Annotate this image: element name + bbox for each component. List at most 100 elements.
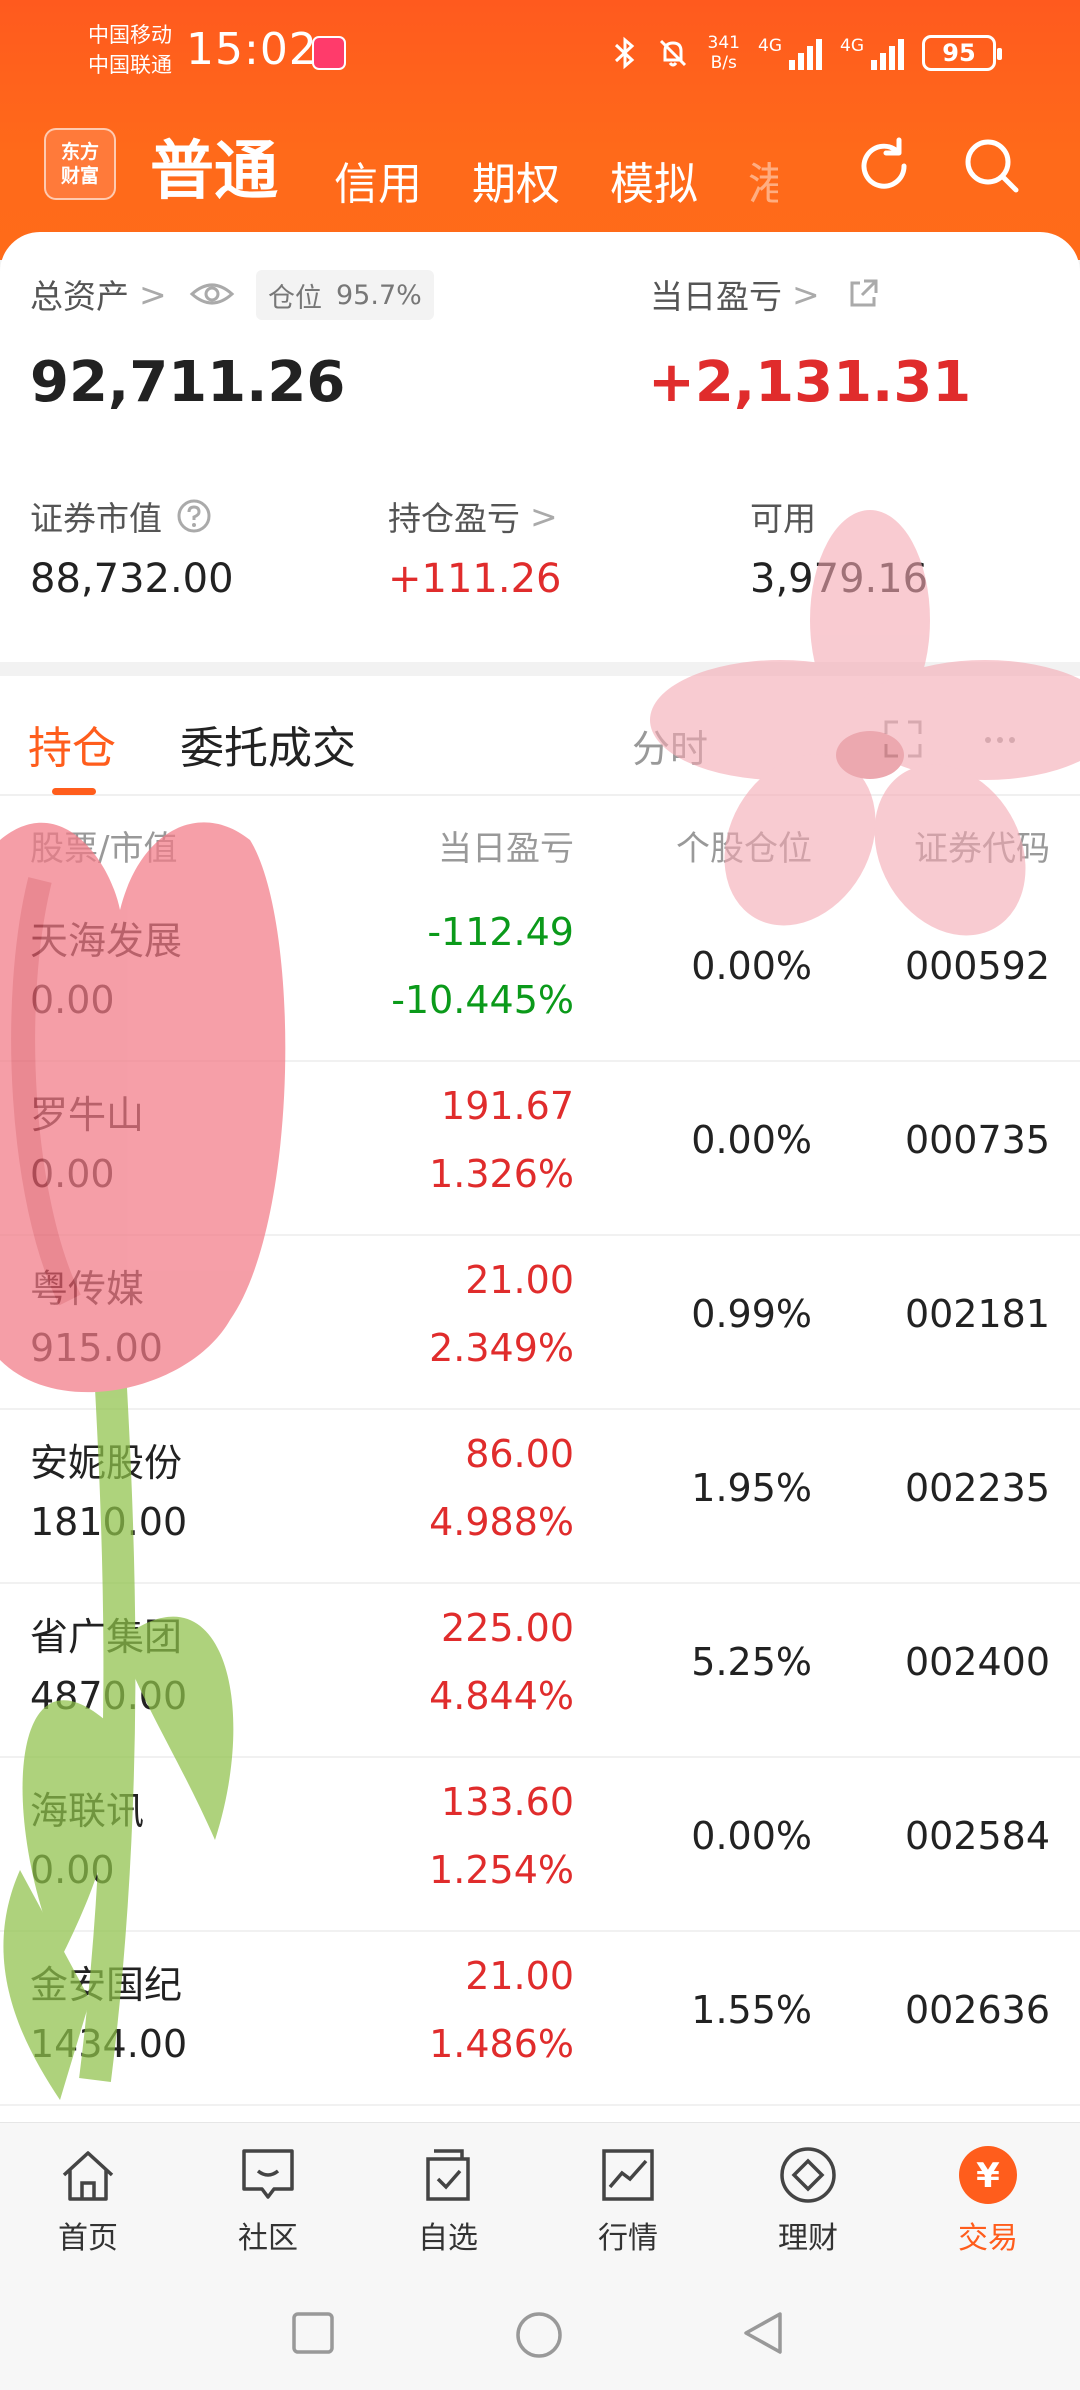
daily-pnl-header[interactable]: 当日盈亏 > bbox=[650, 270, 880, 318]
stock-daily-pnl: 225.00 bbox=[441, 1606, 574, 1650]
stock-name: 省广集团 bbox=[30, 1615, 183, 1659]
carrier-info: 中国移动 中国联通 bbox=[88, 20, 172, 80]
table-row[interactable]: 金安国纪 1434.00 21.00 1.486% 1.55% 002636 bbox=[0, 1932, 1080, 2106]
nav-market[interactable]: 行情 bbox=[568, 2145, 688, 2257]
stock-name: 天海发展 bbox=[30, 919, 183, 963]
stock-position-ratio: 0.00% bbox=[691, 1118, 812, 1162]
tab-orders[interactable]: 委托成交 bbox=[180, 712, 356, 776]
stock-code: 000592 bbox=[904, 944, 1050, 988]
expand-icon[interactable] bbox=[880, 716, 926, 762]
table-row[interactable]: 罗牛山 0.00 191.67 1.326% 0.00% 000735 bbox=[0, 1062, 1080, 1236]
tab-options[interactable]: 期权 bbox=[472, 148, 560, 212]
stock-market-value: 4870.00 bbox=[30, 1674, 188, 1718]
col-position-ratio[interactable]: 个股仓位 bbox=[676, 821, 812, 870]
total-assets-header[interactable]: 总资产 > bbox=[30, 270, 235, 318]
tab-normal[interactable]: 普通 bbox=[150, 120, 278, 212]
chart-line-icon bbox=[602, 2149, 654, 2201]
nav-market-label: 行情 bbox=[598, 2221, 658, 2256]
stock-code: 002400 bbox=[904, 1640, 1050, 1684]
nav-home[interactable]: 首页 bbox=[28, 2145, 148, 2257]
net-speed-unit: B/s bbox=[710, 53, 737, 73]
nav-home-label: 首页 bbox=[58, 2221, 118, 2256]
stock-name: 罗牛山 bbox=[30, 1093, 145, 1137]
status-bar: 中国移动 中国联通 15:02 341 B/s 4G 4G 95 bbox=[0, 0, 1080, 110]
carrier-2: 中国联通 bbox=[88, 53, 172, 77]
daily-pnl-value: +2,131.31 bbox=[648, 350, 972, 415]
recents-icon[interactable] bbox=[290, 2310, 336, 2356]
total-assets-value: 92,711.26 bbox=[30, 350, 346, 415]
home-icon bbox=[62, 2151, 114, 2201]
active-tab-indicator bbox=[52, 788, 96, 795]
stock-name: 粤传媒 bbox=[30, 1267, 145, 1311]
logo-line-1: 东方 bbox=[60, 141, 99, 163]
holding-pnl-label: 持仓盈亏 bbox=[388, 499, 520, 538]
stock-daily-pnl: 133.60 bbox=[441, 1780, 574, 1824]
tab-credit[interactable]: 信用 bbox=[334, 148, 422, 212]
stock-market-value: 0.00 bbox=[30, 1152, 115, 1196]
stock-daily-pnl: -112.49 bbox=[427, 910, 574, 954]
stock-name: 海联讯 bbox=[30, 1789, 145, 1833]
col-daily-pnl[interactable]: 当日盈亏 bbox=[438, 821, 574, 870]
watchlist-icon bbox=[426, 2149, 470, 2201]
holding-pnl: +111.26 bbox=[388, 556, 562, 602]
more-icon[interactable] bbox=[980, 720, 1020, 760]
home-button-icon[interactable] bbox=[514, 2310, 564, 2360]
position-label: 仓位 bbox=[268, 282, 322, 314]
holding-pnl-header[interactable]: 持仓盈亏 > bbox=[388, 492, 558, 540]
table-row[interactable]: 海联讯 0.00 133.60 1.254% 0.00% 002584 bbox=[0, 1758, 1080, 1932]
stock-position-ratio: 0.99% bbox=[691, 1292, 812, 1336]
stock-position-ratio: 0.00% bbox=[691, 944, 812, 988]
eye-icon[interactable] bbox=[189, 279, 235, 309]
refresh-icon[interactable] bbox=[848, 130, 920, 202]
table-row[interactable]: 粤传媒 915.00 21.00 2.349% 0.99% 002181 bbox=[0, 1236, 1080, 1410]
stock-position-ratio: 0.00% bbox=[691, 1814, 812, 1858]
bottom-nav: 首页 社区 自选 行情 理财 ¥ 交易 bbox=[0, 2122, 1080, 2272]
nav-community[interactable]: 社区 bbox=[208, 2145, 328, 2257]
stock-daily-pnl: 191.67 bbox=[441, 1084, 574, 1128]
col-stock[interactable]: 股票/市值 bbox=[30, 821, 177, 870]
tab-hk[interactable]: 港 bbox=[748, 148, 778, 212]
tab-holdings[interactable]: 持仓 bbox=[28, 712, 116, 776]
stock-daily-pnl: 86.00 bbox=[465, 1432, 574, 1476]
available-label: 可用 bbox=[750, 499, 816, 538]
nav-watchlist[interactable]: 自选 bbox=[388, 2145, 508, 2257]
clock: 15:02 bbox=[186, 24, 318, 75]
app-notification-icon bbox=[312, 36, 346, 70]
stock-position-ratio: 1.95% bbox=[691, 1466, 812, 1510]
stock-daily-pct: -10.445% bbox=[391, 978, 574, 1022]
stock-position-ratio: 1.55% bbox=[691, 1988, 812, 2032]
holdings-panel: 持仓 委托成交 分时 股票/市值 当日盈亏 个股仓位 证券代码 天海发展 0.00… bbox=[0, 676, 1080, 2122]
table-row[interactable]: 省广集团 4870.00 225.00 4.844% 5.25% 002400 bbox=[0, 1584, 1080, 1758]
chevron-right-icon: > bbox=[139, 274, 167, 314]
trade-yuan-icon: ¥ bbox=[959, 2146, 1017, 2204]
stock-daily-pct: 1.254% bbox=[429, 1848, 574, 1892]
nav-community-label: 社区 bbox=[238, 2221, 298, 2256]
table-row[interactable]: 天海发展 0.00 -112.49 -10.445% 0.00% 000592 bbox=[0, 888, 1080, 1062]
nav-trade[interactable]: ¥ 交易 bbox=[928, 2145, 1048, 2257]
holdings-tabs: 持仓 委托成交 分时 bbox=[0, 676, 1080, 796]
search-icon[interactable] bbox=[956, 130, 1028, 202]
stock-daily-pnl: 21.00 bbox=[465, 1954, 574, 1998]
tab-intraday[interactable]: 分时 bbox=[632, 718, 708, 773]
carrier-1: 中国移动 bbox=[88, 23, 172, 47]
mute-bell-icon bbox=[659, 39, 686, 67]
stock-name: 安妮股份 bbox=[30, 1441, 183, 1485]
stock-market-value: 1434.00 bbox=[30, 2022, 188, 2066]
app-logo[interactable]: 东方 财富 bbox=[44, 128, 116, 200]
col-code[interactable]: 证券代码 bbox=[914, 821, 1050, 870]
stock-daily-pct: 1.486% bbox=[429, 2022, 574, 2066]
nav-wealth[interactable]: 理财 bbox=[748, 2145, 868, 2257]
asset-summary-card: 总资产 > 仓位 95.7% 92,711.26 当日盈亏 > +2,131.3… bbox=[0, 232, 1080, 662]
help-icon[interactable] bbox=[176, 498, 212, 534]
table-row[interactable]: 安妮股份 1810.00 86.00 4.988% 1.95% 002235 bbox=[0, 1410, 1080, 1584]
net-speed: 341 B/s bbox=[708, 33, 740, 73]
nav-wealth-label: 理财 bbox=[778, 2221, 838, 2256]
stock-daily-pct: 1.326% bbox=[429, 1152, 574, 1196]
top-nav: 东方 财富 普通 信用 期权 模拟 港 bbox=[0, 118, 1080, 228]
stock-market-value: 0.00 bbox=[30, 1848, 115, 1892]
share-icon[interactable] bbox=[846, 277, 880, 311]
signal-2-label: 4G bbox=[840, 36, 864, 56]
back-icon[interactable] bbox=[740, 2310, 786, 2356]
market-value-label: 证券市值 bbox=[30, 499, 162, 538]
tab-simulation[interactable]: 模拟 bbox=[610, 148, 698, 212]
